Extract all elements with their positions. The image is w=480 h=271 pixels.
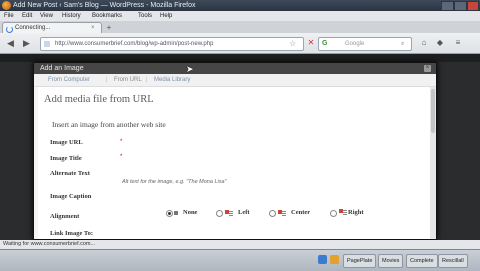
align-right-icon [339,209,347,215]
addon-icon[interactable]: ◆ [434,37,446,49]
url-bar[interactable]: http://www.consumerbrief.com/blog/wp-adm… [40,37,304,51]
menu-bar: File Edit View History Bookmarks Tools H… [0,11,480,21]
home-icon[interactable]: ⌂ [418,37,430,49]
wp-admin-bar [0,54,480,62]
align-none-radio[interactable] [166,210,173,217]
minimize-button[interactable] [441,1,454,11]
tab-from-computer[interactable]: From Computer [48,74,90,86]
alignment-label: Alignment [50,213,80,220]
site-favicon-icon [44,41,50,47]
window-title-bar: Add New Post ‹ Sam's Blog — WordPress - … [0,0,480,11]
taskbar-item[interactable]: Rescillall [438,254,468,268]
align-left-label: Left [238,209,250,216]
add-image-dialog: Add an Image × From Computer | From URL … [33,62,437,240]
dialog-close-button[interactable]: × [424,65,431,72]
maximize-button[interactable] [454,1,467,11]
dialog-tabs: From Computer | From URL | Media Library [34,74,436,87]
firefox-logo-icon [2,1,11,10]
menu-edit[interactable]: Edit [22,11,32,21]
dialog-header: Add an Image × [34,63,436,74]
menu-tools[interactable]: Tools [138,11,152,21]
taskbar-app-icon[interactable] [330,255,339,264]
mouse-pointer-icon: ➤ [186,64,194,74]
tab-media-library[interactable]: Media Library [154,74,190,86]
taskbar-item[interactable]: Movies [378,254,404,268]
tab-separator: | [106,77,108,83]
taskbar-app-icon[interactable] [318,255,327,264]
image-title-input[interactable] [128,152,424,162]
align-center-label: Center [291,209,311,216]
align-none-icon [174,211,178,215]
loading-spinner-icon [6,26,13,33]
menu-icon[interactable]: ≡ [452,37,464,49]
dialog-title: Add an Image [40,65,84,72]
align-right-label: Right [348,209,364,216]
status-bar: Waiting for www.consumerbrief.com... [0,240,480,249]
search-box[interactable]: G Google ⌕ [318,37,412,51]
tab-from-url[interactable]: From URL [114,74,142,86]
menu-view[interactable]: View [40,11,53,21]
image-url-label: Image URL [50,139,83,146]
navigation-toolbar: ◀ ▶ http://www.consumerbrief.com/blog/wp… [0,33,480,54]
taskbar-item[interactable]: Complete [406,254,438,268]
align-center-radio[interactable] [269,210,276,217]
search-icon[interactable]: ⌕ [401,38,404,50]
forward-button[interactable]: ▶ [20,37,33,49]
bookmark-star-icon[interactable]: ☆ [289,38,296,50]
close-window-button[interactable] [467,1,479,11]
image-caption-input[interactable] [128,191,424,201]
align-right-radio[interactable] [330,210,337,217]
required-marker: * [120,139,123,145]
align-left-radio[interactable] [216,210,223,217]
align-center-icon [278,210,286,216]
scrollbar-thumb[interactable] [431,89,435,133]
image-caption-label: Image Caption [50,193,92,200]
menu-bookmarks[interactable]: Bookmarks [92,11,122,21]
menu-file[interactable]: File [4,11,14,21]
taskbar: PagePlate Movies Complete Rescillall [0,249,480,271]
back-button[interactable]: ◀ [4,37,17,49]
field-label: Image URL [50,139,83,146]
search-placeholder: Google [345,41,365,47]
dialog-scrollbar[interactable] [430,87,436,239]
image-url-input[interactable] [128,137,424,147]
tab-separator: | [146,77,148,83]
align-left-icon [225,210,233,216]
menu-history[interactable]: History [62,11,81,21]
page-heading: Add media file from URL [44,94,154,105]
reload-stop-icon[interactable]: ✕ [306,37,316,49]
window-title: Add New Post ‹ Sam's Blog — WordPress - … [13,2,196,9]
url-text: http://www.consumerbrief.com/blog/wp-adm… [55,41,214,47]
menu-help[interactable]: Help [160,11,172,21]
taskbar-item[interactable]: PagePlate [343,254,377,268]
section-subheading: Insert an image from another web site [52,120,166,129]
alternate-text-label: Alternate Text [50,170,90,177]
search-engine-icon: G [322,40,328,47]
new-tab-button[interactable]: + [104,23,114,32]
dialog-content: Add media file from URL Insert an image … [38,87,431,239]
required-marker: * [120,154,123,160]
field-label: Image Title [50,155,82,162]
link-image-to-label: Link Image To: [50,230,93,237]
align-none-label: None [183,209,198,216]
status-text: Waiting for www.consumerbrief.com... [3,241,96,247]
alt-text-hint: Alt text for the image, e.g. "The Mona L… [122,179,227,185]
tab-strip: Connecting... × + [0,21,480,34]
image-title-label: Image Title [50,155,82,162]
